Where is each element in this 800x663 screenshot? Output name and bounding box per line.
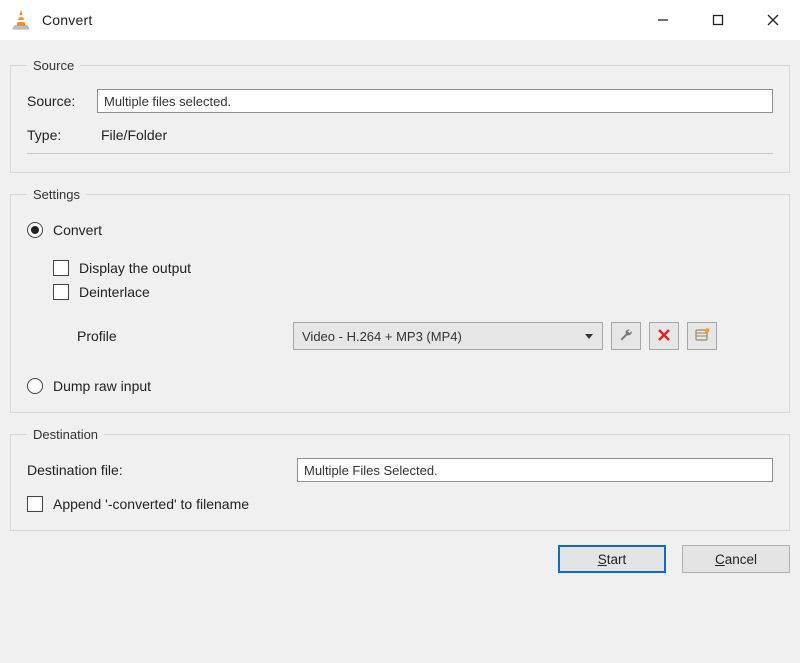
dump-raw-label: Dump raw input — [53, 378, 151, 394]
destination-file-input[interactable] — [297, 458, 773, 482]
source-group: Source Source: Type: File/Folder — [10, 58, 790, 173]
settings-legend: Settings — [27, 187, 86, 202]
dialog-button-row: Start Cancel — [10, 545, 790, 573]
append-converted-checkbox[interactable] — [27, 496, 43, 512]
append-converted-label: Append '-converted' to filename — [53, 496, 249, 512]
type-label: Type: — [27, 127, 97, 143]
window-title: Convert — [42, 12, 92, 28]
source-input[interactable] — [97, 89, 773, 113]
new-profile-button[interactable] — [687, 322, 717, 350]
profile-label: Profile — [53, 328, 293, 344]
display-output-label: Display the output — [79, 260, 191, 276]
delete-icon — [657, 328, 671, 345]
display-output-checkbox[interactable] — [53, 260, 69, 276]
source-label: Source: — [27, 93, 97, 109]
destination-file-label: Destination file: — [27, 462, 297, 478]
destination-legend: Destination — [27, 427, 104, 442]
start-button[interactable]: Start — [558, 545, 666, 573]
delete-profile-button[interactable] — [649, 322, 679, 350]
maximize-button[interactable] — [690, 0, 745, 40]
start-button-label: Start — [598, 552, 627, 567]
cancel-button[interactable]: Cancel — [682, 545, 790, 573]
new-profile-icon — [694, 327, 710, 346]
convert-radio-label: Convert — [53, 222, 102, 238]
title-bar: Convert — [0, 0, 800, 40]
deinterlace-checkbox[interactable] — [53, 284, 69, 300]
wrench-icon — [618, 327, 634, 346]
close-button[interactable] — [745, 0, 800, 40]
edit-profile-button[interactable] — [611, 322, 641, 350]
chevron-down-icon — [584, 329, 594, 344]
window-controls — [635, 0, 800, 40]
type-value: File/Folder — [101, 127, 167, 143]
convert-radio[interactable] — [27, 222, 43, 238]
source-legend: Source — [27, 58, 80, 73]
minimize-button[interactable] — [635, 0, 690, 40]
dump-raw-radio[interactable] — [27, 378, 43, 394]
destination-group: Destination Destination file: Append '-c… — [10, 427, 790, 531]
profile-select-value: Video - H.264 + MP3 (MP4) — [302, 329, 462, 344]
deinterlace-label: Deinterlace — [79, 284, 150, 300]
settings-group: Settings Convert Display the output Dein… — [10, 187, 790, 413]
vlc-icon — [10, 9, 32, 31]
cancel-button-label: Cancel — [715, 552, 757, 567]
profile-select[interactable]: Video - H.264 + MP3 (MP4) — [293, 322, 603, 350]
